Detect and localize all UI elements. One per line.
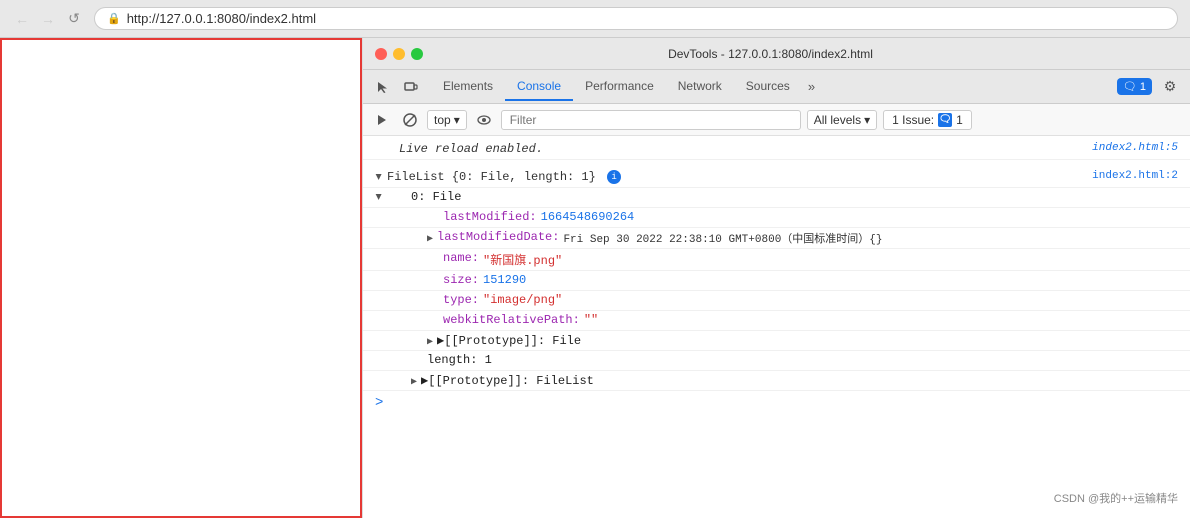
browser-page — [0, 38, 362, 518]
tab-icons — [371, 75, 423, 99]
levels-arrow: ▾ — [864, 113, 870, 127]
watermark: CSDN @我的++运输精华 — [1054, 490, 1178, 506]
lastmodified-val: 1664548690264 — [541, 210, 635, 224]
settings-button[interactable]: ⚙ — [1158, 75, 1182, 99]
type-line: type: "image/png" — [363, 291, 1190, 311]
clear-button[interactable] — [399, 109, 421, 131]
webkit-line: webkitRelativePath: "" — [363, 311, 1190, 331]
name-line: name: "新国旗.png" — [363, 249, 1190, 271]
webkit-val: "" — [584, 313, 598, 327]
lastmodified-key: lastModified: — [443, 210, 537, 224]
forward-button[interactable]: → — [38, 9, 58, 29]
nav-buttons: ← → ↺ — [12, 9, 84, 29]
browser-chrome: ← → ↺ 🔒 http://127.0.0.1:8080/index2.htm… — [0, 0, 1190, 38]
prototype-file-arrow[interactable]: ▶ — [427, 336, 433, 348]
tab-elements[interactable]: Elements — [431, 73, 505, 101]
tab-console[interactable]: Console — [505, 73, 573, 101]
url-text: http://127.0.0.1:8080/index2.html — [127, 11, 316, 26]
levels-dropdown[interactable]: All levels ▾ — [807, 110, 877, 130]
message-badge[interactable]: 🗨 1 — [1117, 78, 1152, 95]
filelist-text: FileList {0: File, length: 1} i — [387, 170, 1072, 184]
size-key: size: — [443, 273, 479, 287]
lastmodifieddate-key: lastModifiedDate: — [437, 230, 559, 244]
devtools-titlebar: DevTools - 127.0.0.1:8080/index2.html — [363, 38, 1190, 70]
live-reload-line: Live reload enabled. index2.html:5 — [363, 140, 1190, 160]
device-icon-btn[interactable] — [399, 75, 423, 99]
prototype-filelist-text: ▶[[Prototype]]: FileList — [421, 373, 594, 388]
filelist-arrow[interactable]: ▶ — [372, 174, 384, 180]
filelist-link[interactable]: index2.html:2 — [1072, 170, 1178, 182]
prototype-filelist-line: ▶ ▶[[Prototype]]: FileList — [363, 371, 1190, 391]
tab-network[interactable]: Network — [666, 73, 734, 101]
main-area: DevTools - 127.0.0.1:8080/index2.html — [0, 38, 1190, 518]
type-val: "image/png" — [483, 293, 562, 307]
file-text: 0: File — [411, 190, 461, 204]
issue-badge[interactable]: 1 Issue: 🗨 1 — [883, 110, 972, 130]
prototype-file-line: ▶ ▶[[Prototype]]: File — [363, 331, 1190, 351]
prompt-line[interactable]: > — [363, 391, 1190, 415]
tab-sources[interactable]: Sources — [734, 73, 802, 101]
console-toolbar: top ▾ All levels ▾ 1 Issue: 🗨 1 — [363, 104, 1190, 136]
lastmodified-line: lastModified: 1664548690264 — [363, 208, 1190, 228]
file-arrow[interactable]: ▶ — [372, 194, 384, 200]
filelist-line: ▶ FileList {0: File, length: 1} i index2… — [363, 168, 1190, 188]
top-label: top — [434, 113, 451, 127]
devtools-title: DevTools - 127.0.0.1:8080/index2.html — [668, 47, 873, 61]
tab-right-icons: 🗨 1 ⚙ — [1117, 75, 1182, 99]
message-count: 1 — [1140, 81, 1146, 93]
live-reload-link[interactable]: index2.html:5 — [1072, 142, 1178, 154]
prompt-symbol: > — [375, 395, 383, 411]
refresh-button[interactable]: ↺ — [64, 9, 84, 29]
tab-performance[interactable]: Performance — [573, 73, 666, 101]
back-button[interactable]: ← — [12, 9, 32, 29]
size-line: size: 151290 — [363, 271, 1190, 291]
size-val: 151290 — [483, 273, 526, 287]
window-controls — [375, 48, 423, 60]
levels-label: All levels — [814, 113, 861, 127]
filter-input[interactable] — [501, 110, 801, 130]
lock-icon: 🔒 — [107, 12, 121, 25]
cursor-icon-btn[interactable] — [371, 75, 395, 99]
name-key: name: — [443, 251, 479, 265]
info-icon: i — [607, 170, 621, 184]
prototype-filelist-arrow[interactable]: ▶ — [411, 376, 417, 388]
type-key: type: — [443, 293, 479, 307]
maximize-dot[interactable] — [411, 48, 423, 60]
close-dot[interactable] — [375, 48, 387, 60]
message-icon: 🗨 — [1123, 80, 1137, 93]
lastmodifieddate-val: Fri Sep 30 2022 22:38:10 GMT+0800（中国标准时间… — [563, 230, 882, 246]
live-reload-text: Live reload enabled. — [399, 142, 1072, 156]
name-val: "新国旗.png" — [483, 251, 562, 268]
issue-count: 1 — [956, 113, 963, 127]
minimize-dot[interactable] — [393, 48, 405, 60]
webkit-key: webkitRelativePath: — [443, 313, 580, 327]
length-text: length: 1 — [427, 353, 492, 367]
issue-label: 1 Issue: — [892, 113, 934, 127]
dropdown-arrow: ▾ — [454, 113, 460, 127]
lastmodifieddate-arrow[interactable]: ▶ — [427, 233, 433, 245]
lastmodifieddate-line: ▶ lastModifiedDate: Fri Sep 30 2022 22:3… — [363, 228, 1190, 249]
more-tabs-button[interactable]: » — [802, 75, 821, 98]
eye-button[interactable] — [473, 109, 495, 131]
prototype-file-text: ▶[[Prototype]]: File — [437, 333, 581, 348]
file-line: ▶ 0: File — [363, 188, 1190, 208]
console-output: Live reload enabled. index2.html:5 ▶ Fil… — [363, 136, 1190, 518]
execute-button[interactable] — [371, 109, 393, 131]
devtools-panel: DevTools - 127.0.0.1:8080/index2.html — [362, 38, 1190, 518]
address-bar[interactable]: 🔒 http://127.0.0.1:8080/index2.html — [94, 7, 1178, 30]
devtools-tabs: Elements Console Performance Network Sou… — [363, 70, 1190, 104]
context-selector[interactable]: top ▾ — [427, 110, 467, 130]
length-line: length: 1 — [363, 351, 1190, 371]
issue-icon: 🗨 — [938, 113, 952, 127]
